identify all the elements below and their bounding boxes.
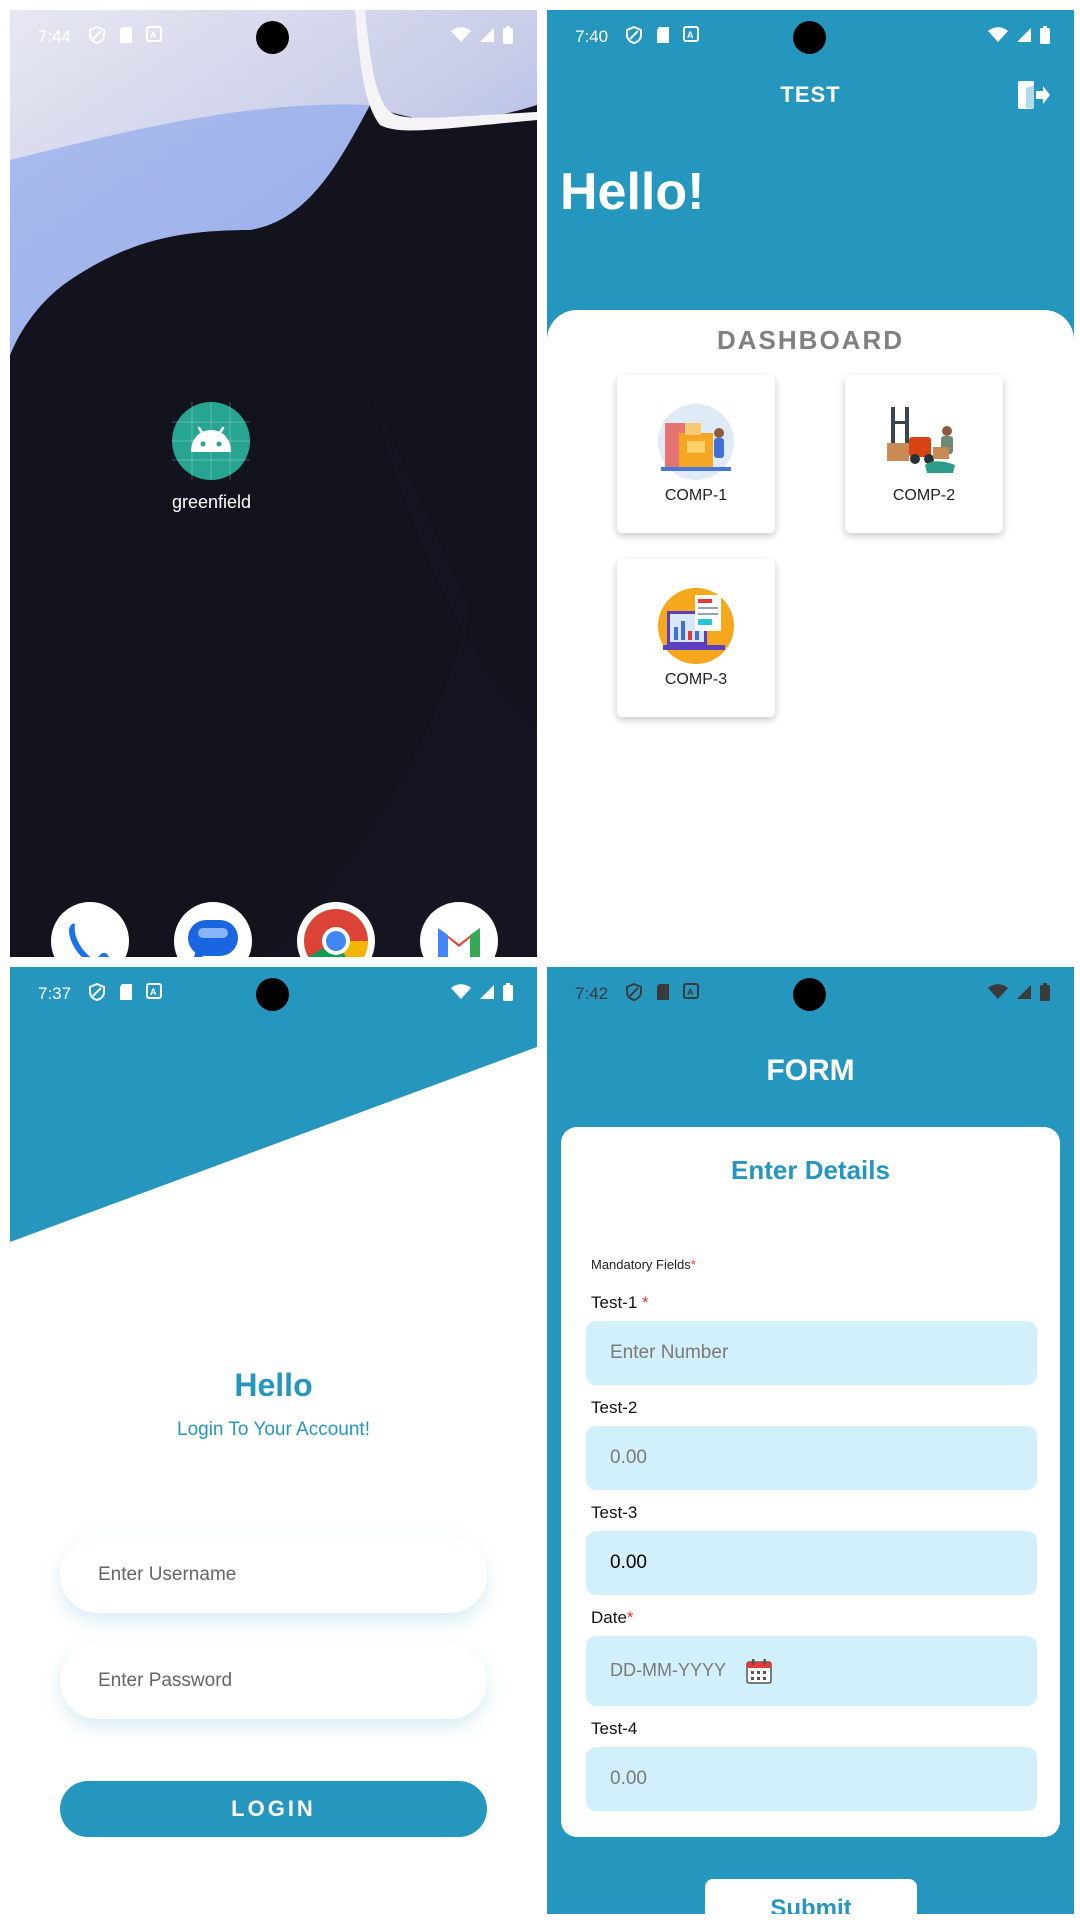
login-panel: 7:37 A Hello Login To Your Account! LOGI…	[10, 967, 537, 1914]
wallpaper	[10, 10, 537, 957]
submit-button[interactable]: Submit	[705, 1879, 917, 1914]
greenfield-app-icon[interactable]	[172, 402, 250, 480]
camera-cutout	[793, 978, 826, 1011]
shield-icon	[89, 983, 105, 1001]
tile-comp-2[interactable]: COMP-2	[845, 375, 1003, 533]
signal-icon	[480, 28, 494, 42]
test-3-input[interactable]	[586, 1531, 1037, 1595]
tile-comp-1[interactable]: COMP-1	[617, 375, 775, 533]
font-icon: A	[146, 26, 162, 42]
username-input[interactable]	[60, 1537, 487, 1613]
logout-icon[interactable]	[1016, 78, 1050, 112]
svg-text:A: A	[150, 30, 157, 40]
mandatory-note: Mandatory Fields*	[591, 1257, 696, 1272]
sd-card-icon	[657, 27, 669, 43]
svg-text:A: A	[150, 987, 157, 997]
home-screen-panel: 7:44 A greenfield	[10, 10, 537, 957]
field-label-test-3: Test-3	[591, 1503, 638, 1522]
tile-label: COMP-1	[664, 487, 728, 504]
form-title: FORM	[766, 1054, 855, 1087]
test-2-input[interactable]	[586, 1426, 1037, 1490]
wifi-icon	[451, 984, 471, 999]
form-panel: 7:42 A FORM Enter Details Mandatory Fiel…	[547, 967, 1074, 1914]
wifi-icon	[451, 27, 471, 42]
form-card: Enter Details Mandatory Fields* Test-1 *…	[561, 1127, 1060, 1837]
camera-cutout	[793, 21, 826, 54]
field-label-test-4: Test-4	[591, 1719, 638, 1738]
messages-icon[interactable]	[174, 902, 252, 957]
svg-text:A: A	[687, 987, 694, 997]
password-input[interactable]	[60, 1643, 487, 1719]
login-button[interactable]: LOGIN	[60, 1781, 487, 1837]
form-card-title: Enter Details	[731, 1155, 890, 1185]
tile-label: COMP-3	[664, 671, 728, 688]
date-placeholder: DD-MM-YYYY	[610, 1660, 726, 1680]
chrome-icon[interactable]	[297, 902, 375, 957]
battery-icon	[1040, 26, 1050, 44]
tile-comp-3[interactable]: COMP-3	[617, 559, 775, 717]
svg-text:A: A	[687, 30, 694, 40]
sd-card-icon	[120, 984, 132, 1000]
shield-icon	[626, 26, 642, 44]
battery-icon	[503, 26, 513, 44]
date-input[interactable]: DD-MM-YYYY	[586, 1636, 1037, 1706]
app-label[interactable]: greenfield	[130, 492, 293, 513]
font-icon: A	[683, 26, 699, 42]
phone-icon[interactable]	[51, 902, 129, 957]
dashboard-panel: 7:40 A TEST Hello! DASHBOARD COMP-1 COMP…	[547, 10, 1074, 957]
field-label-test-1: Test-1 *	[591, 1293, 649, 1312]
status-time: 7:42	[575, 984, 609, 1003]
font-icon: A	[146, 983, 162, 999]
wifi-icon	[988, 27, 1008, 42]
camera-cutout	[256, 21, 289, 54]
calendar-icon[interactable]	[746, 1658, 772, 1684]
test-4-input[interactable]	[586, 1747, 1037, 1811]
shield-icon	[89, 26, 105, 44]
sd-card-icon	[120, 27, 132, 43]
gmail-icon[interactable]	[420, 902, 498, 957]
sd-card-icon	[657, 984, 669, 1000]
app-title: TEST	[780, 82, 841, 107]
status-time: 7:40	[575, 27, 609, 46]
signal-icon	[1017, 28, 1031, 42]
signal-icon	[1017, 985, 1031, 999]
status-time: 7:44	[38, 27, 72, 46]
battery-icon	[503, 983, 513, 1001]
field-label-date: Date*	[591, 1608, 634, 1627]
android-icon	[172, 402, 250, 480]
camera-cutout	[256, 978, 289, 1011]
login-subtitle: Login To Your Account!	[177, 1419, 370, 1440]
battery-icon	[1040, 983, 1050, 1001]
greeting-heading: Hello!	[560, 163, 705, 221]
dashboard-section-title: DASHBOARD	[717, 325, 904, 355]
field-label-test-2: Test-2	[591, 1398, 638, 1417]
report-illustration-icon	[658, 588, 734, 664]
wifi-icon	[988, 984, 1008, 999]
shield-icon	[626, 983, 642, 1001]
tile-label: COMP-2	[892, 487, 956, 504]
warehouse-illustration-icon	[658, 404, 734, 480]
forklift-illustration-icon	[887, 407, 955, 473]
test-1-input[interactable]	[586, 1321, 1037, 1385]
signal-icon	[480, 985, 494, 999]
status-time: 7:37	[38, 984, 72, 1003]
font-icon: A	[683, 983, 699, 999]
login-title: Hello	[234, 1367, 313, 1403]
